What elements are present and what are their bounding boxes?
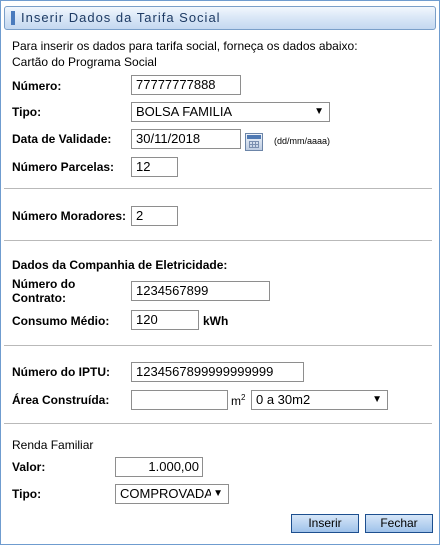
tipo-programa-select[interactable]: BOLSA FAMILIA ▼ bbox=[131, 102, 330, 122]
calendar-icon[interactable] bbox=[245, 133, 263, 151]
title-bar-icon bbox=[11, 11, 15, 25]
faixa-area-select[interactable]: 0 a 30m2 ▼ bbox=[251, 390, 388, 410]
chevron-down-icon: ▼ bbox=[211, 485, 223, 503]
renda-tipo-label: Tipo: bbox=[12, 487, 42, 501]
tipo-programa-value: BOLSA FAMILIA bbox=[136, 104, 233, 119]
section-divider bbox=[4, 423, 432, 424]
programa-heading: Cartão do Programa Social bbox=[12, 55, 157, 69]
numero-iptu-input[interactable]: 1234567899999999999 bbox=[131, 362, 304, 382]
inserir-button[interactable]: Inserir bbox=[291, 514, 359, 533]
calendar-icon-header bbox=[247, 135, 261, 139]
iptu-label: Número do IPTU: bbox=[12, 365, 110, 379]
section-divider bbox=[4, 240, 432, 241]
area-unit: m2 bbox=[231, 393, 245, 408]
renda-tipo-select[interactable]: COMPROVADA ▼ bbox=[115, 484, 229, 504]
validade-hint: (dd/mm/aaaa) bbox=[274, 136, 331, 146]
numero-contrato-input[interactable]: 1234567899 bbox=[131, 281, 270, 301]
section-divider bbox=[4, 188, 432, 189]
section-divider bbox=[4, 345, 432, 346]
area-construida-input[interactable] bbox=[131, 390, 228, 410]
eletricidade-heading: Dados da Companhia de Eletricidade: bbox=[12, 258, 228, 272]
area-label: Área Construída: bbox=[12, 393, 110, 407]
tipo-label: Tipo: bbox=[12, 105, 42, 119]
consumo-unit: kWh bbox=[203, 314, 229, 328]
chevron-down-icon: ▼ bbox=[372, 394, 382, 405]
fechar-button[interactable]: Fechar bbox=[365, 514, 433, 533]
renda-heading: Renda Familiar bbox=[12, 438, 94, 452]
chevron-down-icon: ▼ bbox=[314, 106, 324, 117]
area-unit-base: m bbox=[231, 394, 241, 408]
numero-moradores-input[interactable]: 2 bbox=[131, 206, 178, 226]
title-bar: Inserir Dados da Tarifa Social bbox=[4, 6, 436, 30]
valor-label: Valor: bbox=[12, 460, 46, 474]
renda-valor-input[interactable]: 1.000,00 bbox=[115, 457, 203, 477]
parcelas-label: Número Parcelas: bbox=[12, 160, 115, 174]
numero-cartao-input[interactable]: 77777777888 bbox=[131, 75, 241, 95]
numero-label: Número: bbox=[12, 79, 62, 93]
data-validade-input[interactable]: 30/11/2018 bbox=[131, 129, 241, 149]
validade-label: Data de Validade: bbox=[12, 132, 112, 146]
window-title: Inserir Dados da Tarifa Social bbox=[21, 10, 221, 25]
faixa-area-value: 0 a 30m2 bbox=[256, 392, 311, 407]
moradores-label: Número Moradores: bbox=[12, 209, 127, 223]
renda-tipo-value: COMPROVADA bbox=[120, 486, 213, 501]
area-unit-superscript: 2 bbox=[241, 393, 246, 402]
consumo-medio-input[interactable]: 120 bbox=[131, 310, 199, 330]
intro-text: Para inserir os dados para tarifa social… bbox=[12, 39, 358, 53]
contrato-label-line1: Número do bbox=[12, 277, 76, 291]
numero-parcelas-input[interactable]: 12 bbox=[131, 157, 178, 177]
calendar-icon-grid bbox=[249, 141, 259, 148]
contrato-label-line2: Contrato: bbox=[12, 291, 66, 305]
consumo-label: Consumo Médio: bbox=[12, 314, 110, 328]
